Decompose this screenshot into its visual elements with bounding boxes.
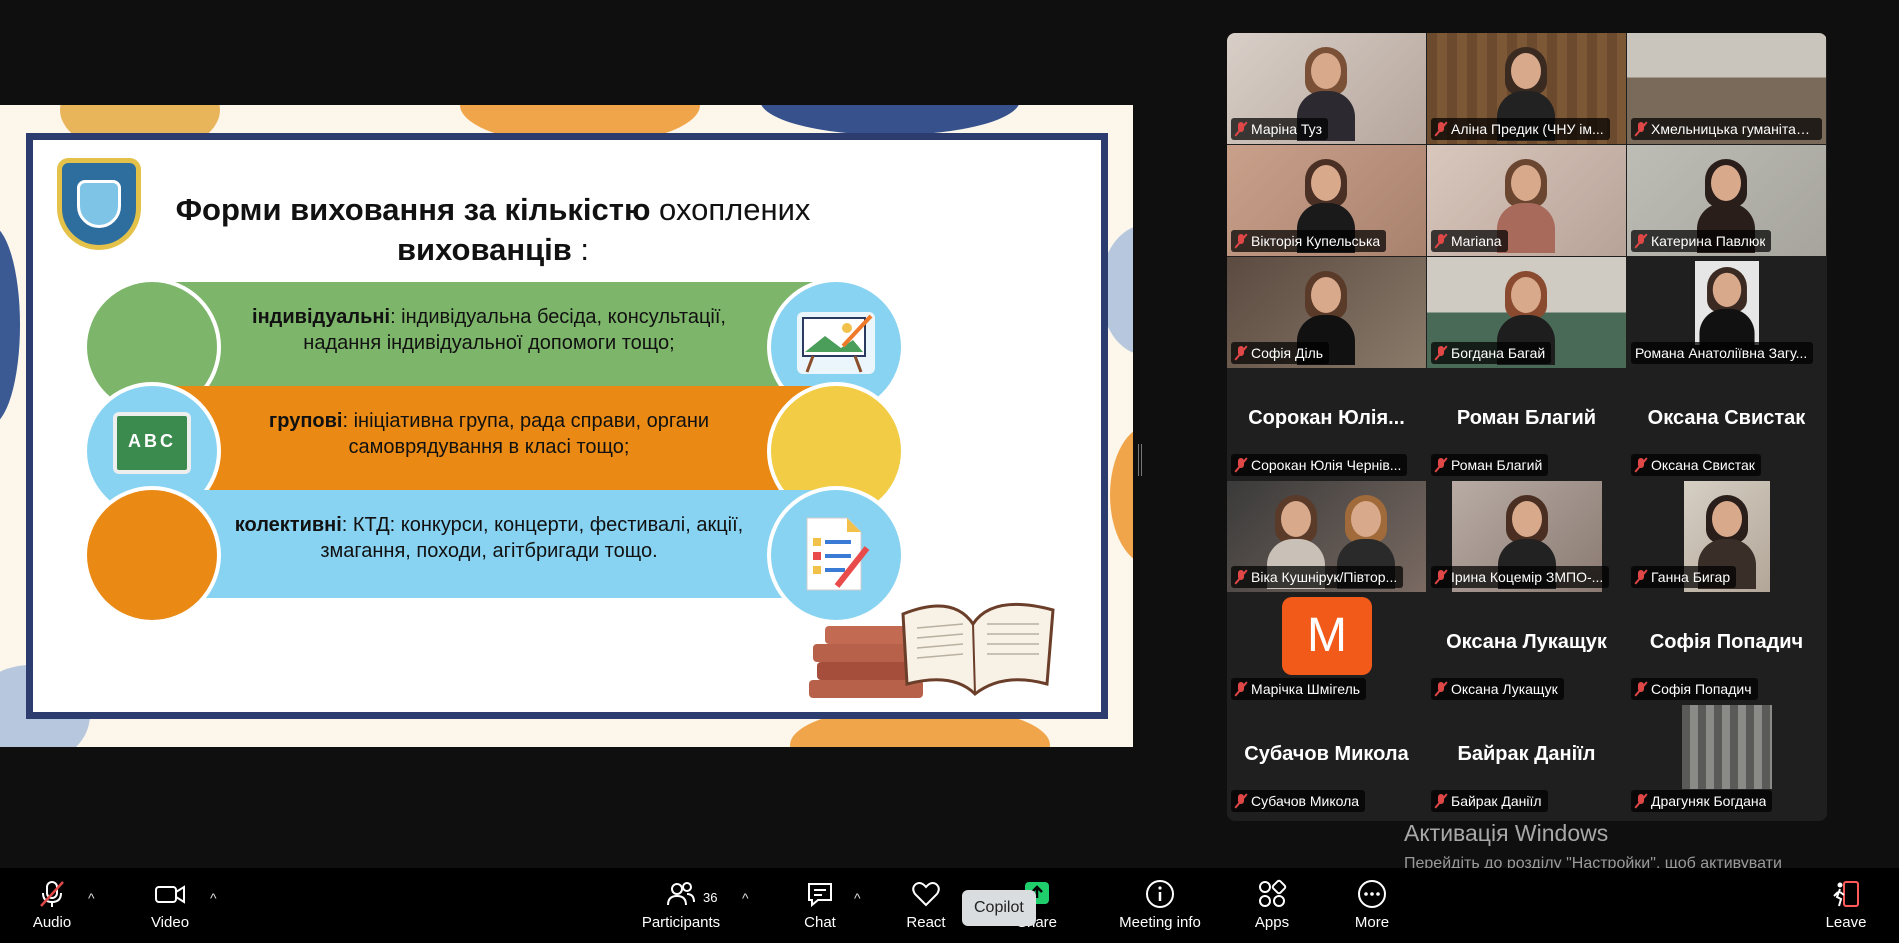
microphone-muted-icon: [1435, 794, 1447, 808]
document-pencil-icon: [801, 514, 871, 594]
participant-tile[interactable]: Вікторія Купельська: [1227, 145, 1426, 256]
more-button[interactable]: More: [1350, 878, 1394, 938]
heart-icon: [902, 878, 950, 910]
microphone-muted-icon: [1235, 458, 1247, 472]
decor-blob: [0, 225, 20, 425]
participant-gallery: Маріна Туз Аліна Предик (ЧНУ ім... Хмель…: [1227, 33, 1827, 821]
microphone-muted-icon: [1235, 234, 1247, 248]
chalkboard-icon: ABC: [113, 412, 191, 474]
participant-tile[interactable]: Оксана Свистак Оксана Свистак: [1627, 369, 1826, 480]
apps-button[interactable]: Apps: [1250, 878, 1294, 938]
participant-tile[interactable]: Роман Благий Роман Благий: [1427, 369, 1626, 480]
participant-tile[interactable]: Байрак Даніїл Байрак Даніїл: [1427, 705, 1626, 816]
participant-tile-active-speaker[interactable]: Романа Анатоліївна Загу...: [1627, 257, 1826, 368]
participant-tile[interactable]: Оксана Лукащук Оксана Лукащук: [1427, 593, 1626, 704]
avatar: M: [1282, 597, 1372, 675]
leave-exit-icon: [1824, 878, 1868, 910]
shared-screen: Форми виховання за кількістю охоплених в…: [0, 105, 1133, 747]
microphone-muted-icon: [1435, 570, 1447, 584]
split-view-resize-handle[interactable]: [1138, 444, 1142, 476]
audio-button[interactable]: Audio: [24, 878, 80, 938]
microphone-muted-icon: [1435, 682, 1447, 696]
band-group: ABC групові: ініціативна група, рада спр…: [83, 382, 905, 520]
participant-tile[interactable]: Маріна Туз: [1227, 33, 1426, 144]
band-text-collective: колективні: КТД: конкурси, концерти, фес…: [234, 514, 744, 562]
participant-tile[interactable]: Ірина Коцемір ЗМПО-...: [1427, 481, 1626, 592]
participant-tile[interactable]: Mariana: [1427, 145, 1626, 256]
participant-tile[interactable]: Ганна Бигар: [1627, 481, 1826, 592]
microphone-muted-icon: [1635, 570, 1647, 584]
apps-icon: [1250, 878, 1294, 910]
leave-button[interactable]: Leave: [1824, 878, 1868, 938]
microphone-muted-icon: [1435, 346, 1447, 360]
microphone-muted-icon: [1635, 682, 1647, 696]
watermark-title: Активація Windows: [1404, 820, 1609, 846]
microphone-muted-icon: [1635, 794, 1647, 808]
more-dots-icon: [1350, 878, 1394, 910]
video-button[interactable]: Video: [142, 878, 198, 938]
microphone-muted-icon: [1435, 458, 1447, 472]
microphone-muted-icon: [24, 878, 80, 910]
participant-tile[interactable]: Софія Попадич Софія Попадич: [1627, 593, 1826, 704]
microphone-muted-icon: [1635, 234, 1647, 248]
microphone-muted-icon: [1435, 234, 1447, 248]
participants-button[interactable]: Participants: [636, 878, 726, 938]
participant-tile[interactable]: Сорокан Юлія... Сорокан Юлія Чернів...: [1227, 369, 1426, 480]
easel-painting-icon: [797, 312, 875, 374]
slide-title: Форми виховання за кількістю охоплених в…: [175, 192, 811, 267]
participant-tile[interactable]: Богдана Багай: [1427, 257, 1626, 368]
slide-frame: Форми виховання за кількістю охоплених в…: [26, 133, 1108, 719]
react-button[interactable]: React: [902, 878, 950, 938]
chat-bubble-icon: [798, 878, 842, 910]
microphone-muted-icon: [1235, 122, 1247, 136]
school-emblem-logo: [57, 158, 141, 250]
chat-button[interactable]: Chat: [798, 878, 842, 938]
chat-options-chevron-up-icon[interactable]: ^: [854, 890, 861, 906]
video-options-chevron-up-icon[interactable]: ^: [210, 890, 217, 906]
microphone-muted-icon: [1235, 794, 1247, 808]
microphone-muted-icon: [1235, 570, 1247, 584]
decor-blob: [1110, 425, 1133, 565]
participant-tile[interactable]: Драгуняк Богдана: [1627, 705, 1826, 816]
band-individual: індивідуальні: індивідуальна бесіда, кон…: [83, 278, 905, 416]
books-illustration: [803, 584, 1063, 704]
band-collective: колективні: КТД: конкурси, концерти, фес…: [83, 486, 905, 624]
meeting-info-button[interactable]: Meeting info: [1110, 878, 1210, 938]
participant-video-thumbnail: [1682, 705, 1772, 789]
microphone-muted-icon: [1635, 122, 1647, 136]
video-camera-icon: [142, 878, 198, 910]
participant-video-thumbnail: [1695, 261, 1759, 357]
participant-tile[interactable]: Аліна Предик (ЧНУ ім...: [1427, 33, 1626, 144]
participant-tile[interactable]: Субачов Микола Субачов Микола: [1227, 705, 1426, 816]
participant-tile[interactable]: Віка Кушнірук/Півтор...: [1227, 481, 1426, 592]
decor-blob: [760, 105, 1020, 135]
participant-tile[interactable]: Софія Діль: [1227, 257, 1426, 368]
participant-tile[interactable]: Катерина Павлюк: [1627, 145, 1826, 256]
participant-tile[interactable]: Хмельницька гуманітарн...: [1627, 33, 1826, 144]
participants-options-chevron-up-icon[interactable]: ^: [742, 890, 749, 906]
audio-options-chevron-up-icon[interactable]: ^: [88, 890, 95, 906]
microphone-muted-icon: [1635, 458, 1647, 472]
band-text-individual: індивідуальні: індивідуальна бесіда, кон…: [252, 306, 726, 354]
participants-count-badge: 36: [703, 890, 718, 905]
band-text-group: групові: ініціативна група, рада справи,…: [268, 410, 710, 458]
copilot-tooltip: Copilot: [962, 890, 1036, 926]
microphone-muted-icon: [1235, 346, 1247, 360]
microphone-muted-icon: [1235, 682, 1247, 696]
meeting-toolbar: Audio ^ Video ^ Participants 36 ^ Chat ^…: [0, 868, 1899, 943]
microphone-muted-icon: [1435, 122, 1447, 136]
info-icon: [1110, 878, 1210, 910]
participant-tile[interactable]: M Марічка Шмігель: [1227, 593, 1426, 704]
